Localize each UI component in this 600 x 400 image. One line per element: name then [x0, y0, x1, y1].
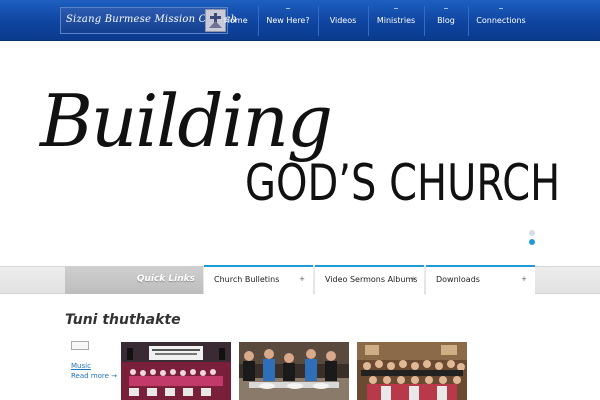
section-title: Tuni thuthakte	[65, 312, 181, 328]
category-thumbnail[interactable]	[71, 341, 89, 350]
quick-links-label-box: Quick Links	[65, 266, 203, 294]
quick-link-downloads[interactable]: Downloads +	[426, 265, 535, 294]
nav-videos[interactable]: Videos	[318, 0, 368, 40]
expand-icon: +	[410, 275, 416, 283]
food-line-photo[interactable]	[239, 342, 349, 400]
nav-tick	[286, 8, 290, 9]
choir-stage-photo[interactable]	[121, 342, 231, 400]
expand-icon: +	[299, 275, 305, 283]
nav-new-here[interactable]: New Here?	[258, 0, 318, 40]
hero-banner: Building GOD’S CHURCH	[0, 41, 600, 266]
church-emblem-icon	[205, 9, 226, 32]
quick-link-label: Church Bulletins	[214, 275, 280, 284]
nav-blog-label: Blog	[437, 16, 455, 25]
slider-dot-2[interactable]	[529, 239, 535, 245]
nav-tick	[499, 8, 503, 9]
quick-links-label: Quick Links	[136, 274, 195, 284]
nav-ministries[interactable]: Ministries	[368, 0, 424, 40]
expand-icon: +	[521, 275, 527, 283]
nav-blog[interactable]: Blog	[424, 0, 468, 40]
slider-dot-1[interactable]	[529, 230, 535, 236]
category-link-music[interactable]: Music	[71, 362, 91, 370]
hero-caps-heading: GOD’S CHURCH	[245, 154, 561, 212]
quick-link-church-bulletins[interactable]: Church Bulletins +	[204, 265, 313, 294]
nav-connections[interactable]: Connections	[468, 0, 534, 40]
quick-link-label: Downloads	[436, 275, 480, 284]
nav-home-label: Home	[224, 16, 248, 25]
nav-tick	[444, 8, 448, 9]
nav-new-here-label: New Here?	[266, 16, 310, 25]
nav-ministries-label: Ministries	[376, 16, 416, 25]
nav-tick	[394, 8, 398, 9]
group-photo[interactable]	[357, 342, 467, 400]
site-logo[interactable]: Sizang Burmese Mission Church	[60, 7, 237, 34]
nav-connections-label: Connections	[476, 16, 526, 25]
read-more-link[interactable]: Read more →	[71, 372, 117, 380]
page: Sizang Burmese Mission Church Home New H…	[0, 0, 600, 400]
hero-script-heading: Building	[40, 79, 333, 163]
top-nav-bar: Sizang Burmese Mission Church Home New H…	[0, 0, 600, 41]
quick-link-video-sermons[interactable]: Video Sermons Albums +	[315, 265, 424, 294]
quick-link-label: Video Sermons Albums	[325, 275, 418, 284]
nav-home[interactable]: Home	[224, 0, 258, 40]
nav-videos-label: Videos	[329, 16, 357, 25]
